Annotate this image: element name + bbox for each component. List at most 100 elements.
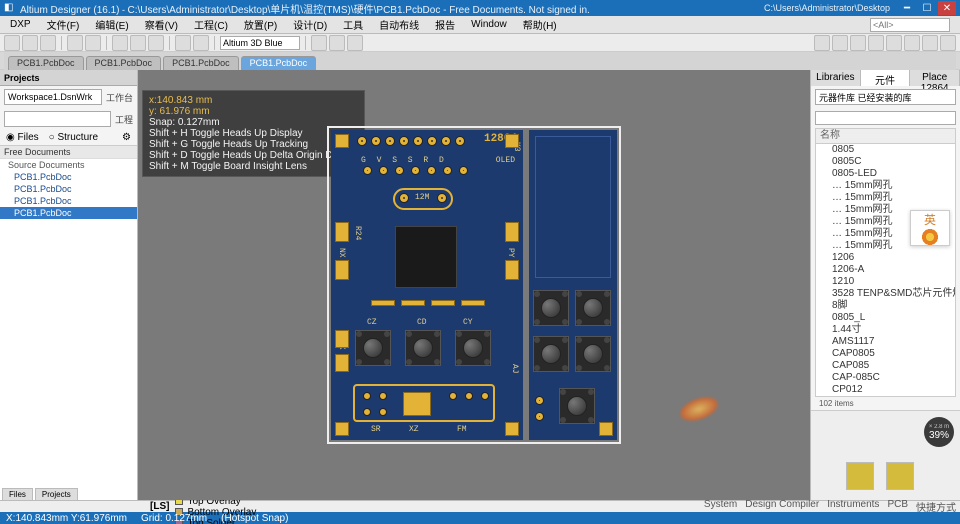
silk-oled: OLED xyxy=(496,156,515,165)
silk-sr: SR xyxy=(371,425,381,434)
zoom-dial[interactable]: × 2.8 m 39% xyxy=(924,417,954,447)
preview-swatch-1[interactable] xyxy=(846,462,874,490)
title-bar: ◧ Altium Designer (16.1) - C:\Users\Admi… xyxy=(0,0,960,16)
tb-cut[interactable] xyxy=(112,35,128,51)
list-item[interactable]: … 15mm网孔 xyxy=(816,180,955,192)
list-item[interactable]: … 15mm网孔 xyxy=(816,192,955,204)
doc-tab-strip: PCB1.PcbDoc PCB1.PcbDoc PCB1.PcbDoc PCB1… xyxy=(0,52,960,70)
panel-shortcut[interactable]: Instruments xyxy=(827,499,879,514)
menu-help[interactable]: 帮助(H) xyxy=(517,15,563,34)
tb-print[interactable] xyxy=(67,35,83,51)
list-item[interactable]: 0805 xyxy=(816,144,955,156)
list-item[interactable]: 0805-LED xyxy=(816,168,955,180)
menu-dxp[interactable]: DXP xyxy=(4,17,37,32)
tb-zoom[interactable] xyxy=(85,35,101,51)
menu-edit[interactable]: 编辑(E) xyxy=(89,15,134,34)
tree-free-documents[interactable]: Free Documents xyxy=(0,146,137,159)
tree-node-3[interactable]: PCB1.PcbDoc xyxy=(0,207,137,219)
left-tab-projects[interactable]: Projects xyxy=(35,488,78,500)
tb-open[interactable] xyxy=(22,35,38,51)
doc-tab-1[interactable]: PCB1.PcbDoc xyxy=(86,56,162,70)
left-tab-files[interactable]: Files xyxy=(2,488,33,500)
doc-tab-2[interactable]: PCB1.PcbDoc xyxy=(163,56,239,70)
tb-layer[interactable] xyxy=(329,35,345,51)
list-item[interactable]: CAP085 xyxy=(816,360,955,372)
list-item[interactable]: 0805C xyxy=(816,156,955,168)
menu-search-input[interactable] xyxy=(870,18,950,32)
view-mode-select[interactable]: Altium 3D Blue xyxy=(220,36,300,50)
panel-shortcut[interactable]: PCB xyxy=(887,499,908,514)
filter-files[interactable]: ◉ Files xyxy=(6,132,39,143)
layer-ls[interactable]: [LS] xyxy=(150,501,169,512)
menu-autoroute[interactable]: 自动布线 xyxy=(373,15,425,34)
list-item[interactable]: 3528 TENP&SMD芯片元件焊盘 xyxy=(816,288,955,300)
tb-place-line[interactable] xyxy=(814,35,830,51)
list-item[interactable]: 1206-A xyxy=(816,264,955,276)
maximize-button[interactable]: ☐ xyxy=(918,1,936,15)
rtab-components[interactable]: 元件 xyxy=(861,70,911,86)
main-board: 12864 G V S S R D OLED K3 /*rendered bel… xyxy=(331,130,523,440)
list-item[interactable]: 1210 xyxy=(816,276,955,288)
preview-swatch-2[interactable] xyxy=(886,462,914,490)
list-item[interactable]: 1206 xyxy=(816,252,955,264)
workspace-combo[interactable]: Workspace1.DsnWrk xyxy=(4,89,102,105)
tb-place-text[interactable] xyxy=(868,35,884,51)
menu-tools[interactable]: 工具 xyxy=(337,15,369,34)
list-item[interactable]: CAP-085C xyxy=(816,372,955,384)
tb-3d[interactable] xyxy=(347,35,363,51)
ime-badge[interactable]: 英 xyxy=(910,210,950,246)
menu-file[interactable]: 文件(F) xyxy=(41,15,86,34)
list-item[interactable]: 1.44寸 xyxy=(816,324,955,336)
rtab-libraries[interactable]: Libraries xyxy=(811,70,861,86)
pcb-canvas-area: x:140.843 mm y: 61.976 mm Snap: 0.127mm … xyxy=(138,70,810,500)
menu-place[interactable]: 放置(P) xyxy=(238,15,283,34)
menu-view[interactable]: 察看(V) xyxy=(139,15,184,34)
list-item[interactable]: AMS1117 xyxy=(816,336,955,348)
library-combo[interactable]: 元器件库 已经安装的库 xyxy=(815,89,956,105)
tb-move[interactable] xyxy=(940,35,956,51)
menu-reports[interactable]: 报告 xyxy=(429,15,461,34)
tb-paste[interactable] xyxy=(148,35,164,51)
component-list[interactable]: 名称 08050805C0805-LED… 15mm网孔… 15mm网孔… 15… xyxy=(815,128,956,397)
tb-grid[interactable] xyxy=(311,35,327,51)
menu-design[interactable]: 设计(D) xyxy=(287,15,333,34)
tree-node-2[interactable]: PCB1.PcbDoc xyxy=(0,195,137,207)
panel-shortcut[interactable]: 快捷方式 xyxy=(916,499,956,514)
filter-structure[interactable]: ○ Structure xyxy=(49,132,98,143)
doc-tab-0[interactable]: PCB1.PcbDoc xyxy=(8,56,84,70)
status-grid: Grid: 0.127mm xyxy=(141,513,207,524)
list-item[interactable]: 0805_L xyxy=(816,312,955,324)
app-icon: ◧ xyxy=(4,2,16,14)
doc-tab-3[interactable]: PCB1.PcbDoc xyxy=(241,56,317,70)
tb-select[interactable] xyxy=(922,35,938,51)
menu-bar: DXP 文件(F) 编辑(E) 察看(V) 工程(C) 放置(P) 设计(D) … xyxy=(0,16,960,34)
list-item[interactable]: CP012 xyxy=(816,384,955,396)
rtab-place[interactable]: Place 12864 xyxy=(910,70,960,86)
library-filter[interactable] xyxy=(815,111,956,125)
menu-window[interactable]: Window xyxy=(465,17,513,32)
project-tree[interactable]: Free Documents Source Documents PCB1.Pcb… xyxy=(0,145,137,500)
tree-node-0[interactable]: PCB1.PcbDoc xyxy=(0,171,137,183)
project-combo[interactable] xyxy=(4,111,111,127)
minimize-button[interactable]: ━ xyxy=(898,1,916,15)
list-item[interactable]: 8脚 xyxy=(816,300,955,312)
close-button[interactable]: ✕ xyxy=(938,1,956,15)
panel-shortcut[interactable]: System xyxy=(704,499,737,514)
tb-redo[interactable] xyxy=(193,35,209,51)
tb-new[interactable] xyxy=(4,35,20,51)
tb-copy[interactable] xyxy=(130,35,146,51)
tree-node-1[interactable]: PCB1.PcbDoc xyxy=(0,183,137,195)
filter-settings-icon[interactable]: ⚙ xyxy=(122,132,131,143)
tb-save[interactable] xyxy=(40,35,56,51)
tb-place-poly[interactable] xyxy=(886,35,902,51)
silk-xz: XZ xyxy=(409,425,419,434)
tb-undo[interactable] xyxy=(175,35,191,51)
tree-source-docs[interactable]: Source Documents xyxy=(0,159,137,171)
tb-place-via[interactable] xyxy=(832,35,848,51)
panel-shortcut[interactable]: Design Compiler xyxy=(745,499,819,514)
tb-measure[interactable] xyxy=(904,35,920,51)
list-item[interactable]: CAP0805 xyxy=(816,348,955,360)
pcb-3d-canvas[interactable]: 12864 G V S S R D OLED K3 /*rendered bel… xyxy=(138,70,810,500)
menu-project[interactable]: 工程(C) xyxy=(188,15,234,34)
tb-place-pad[interactable] xyxy=(850,35,866,51)
